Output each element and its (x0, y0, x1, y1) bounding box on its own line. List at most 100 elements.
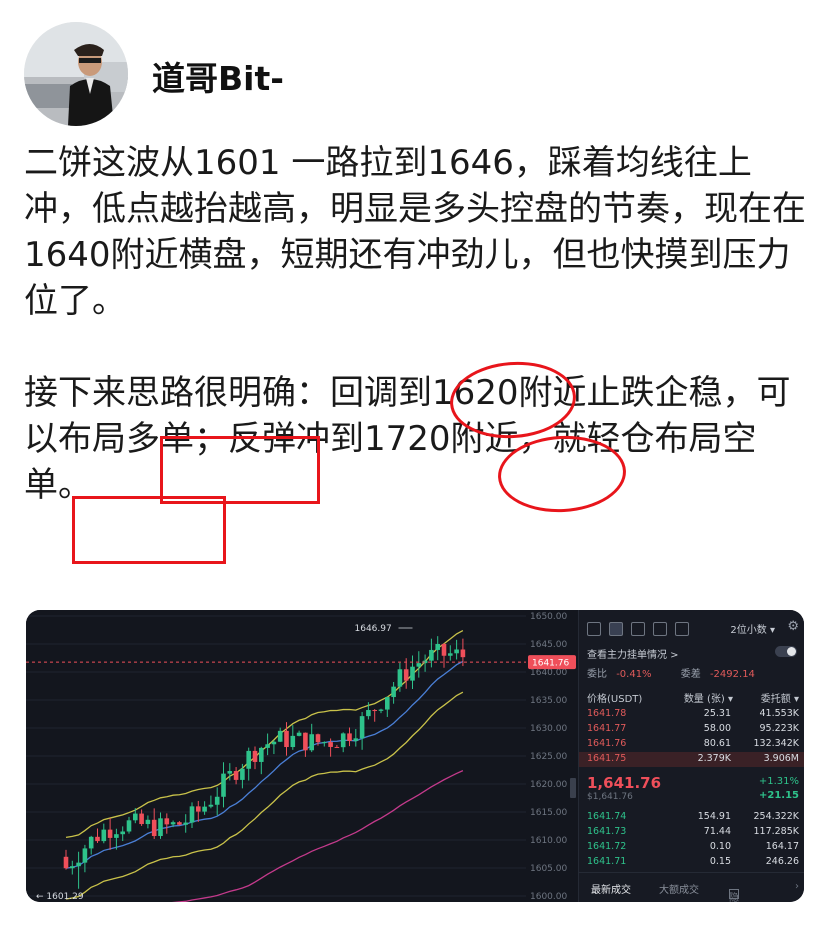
candle-body (416, 663, 422, 667)
bid-total: 254.322K (753, 811, 799, 822)
layout-list-icon[interactable] (675, 622, 689, 636)
ask-total: 3.906M (763, 753, 799, 764)
candle-body (95, 836, 100, 842)
y-tick-label: 1615.00 (530, 808, 567, 818)
candle-body (454, 649, 459, 654)
candle-body (284, 730, 289, 748)
candle-body (322, 742, 327, 744)
trading-screenshot: 1650.00 1645.00 1640.00 1635.00 1630.00 1625.… (26, 610, 804, 902)
candle-body (70, 866, 75, 869)
layout-asks-icon[interactable] (631, 622, 645, 636)
main-orders-link[interactable]: 查看主力挂单情况 > (587, 646, 679, 661)
author-name[interactable]: 道哥Bit- (152, 52, 284, 100)
candle-body (120, 831, 125, 835)
candle-body (196, 806, 201, 812)
ask-qty: 2.379K (697, 753, 731, 764)
candle-body (271, 741, 277, 745)
candle-body (353, 738, 359, 742)
candle-body (347, 733, 352, 742)
candle-body (133, 813, 138, 821)
y-tick-label: 1610.00 (530, 836, 567, 846)
candle-body (76, 862, 81, 867)
bid-row[interactable]: 1641.73 71.44 117.285K (579, 825, 804, 840)
tab-large-trades[interactable]: 大额成交 (659, 881, 699, 896)
ask-price: 1641.78 (587, 708, 627, 719)
candle-body (246, 750, 251, 769)
y-tick-label: 1630.00 (530, 724, 567, 734)
candle-body (151, 819, 157, 837)
y-tick-label: 1600.00 (530, 892, 567, 902)
candle-body (170, 822, 176, 825)
bid-row[interactable]: 1641.74 154.91 254.322K (579, 810, 804, 825)
tab-latest-trades[interactable]: 最新成交 (591, 881, 631, 896)
post-paragraph-1: 二饼这波从1601 一路拉到1646，踩着均线往上冲，低点越抬越高，明显是多头控… (24, 143, 806, 321)
layout-both-icon[interactable] (587, 622, 601, 636)
avatar-photo (24, 22, 128, 126)
settings-icon[interactable]: ⚙ (787, 619, 799, 634)
candle-body (448, 653, 453, 656)
candle-body (441, 643, 447, 656)
ask-row[interactable]: 1641.77 58.00 95.223K (579, 722, 804, 737)
order-ratio-value: -0.41% (616, 669, 652, 680)
col-qty-header[interactable]: 数量 (张) ▾ (684, 690, 733, 705)
order-ratio-line: 委比 -0.41% 委差 -2492.14 (587, 669, 755, 680)
candle-body (403, 669, 409, 681)
candle-body (82, 848, 88, 863)
ask-row[interactable]: 1641.75 2.379K 3.906M (579, 752, 804, 767)
candle-body (315, 734, 321, 743)
y-tick-label: 1620.00 (530, 780, 567, 790)
candlestick-svg: 1650.00 1645.00 1640.00 1635.00 1630.00 1625.… (26, 610, 578, 902)
candle-body (221, 773, 226, 797)
high-price-label: 1646.97 (355, 624, 392, 634)
bid-qty: 0.15 (709, 856, 731, 867)
bid-total: 117.285K (753, 826, 799, 837)
ask-row[interactable]: 1641.78 25.31 41.553K (579, 707, 804, 722)
last-price-usd: $1,641.76 (587, 792, 633, 802)
main-orders-toggle[interactable] (775, 646, 797, 657)
candle-body (202, 806, 207, 812)
candle-body (296, 732, 302, 736)
candle-body (309, 734, 314, 751)
ask-qty: 58.00 (703, 723, 731, 734)
bid-price: 1641.73 (587, 826, 627, 837)
candle-body (334, 746, 340, 748)
candle-body (252, 750, 258, 762)
author-avatar[interactable] (24, 22, 128, 126)
ask-row[interactable]: 1641.76 80.61 132.342K (579, 737, 804, 752)
bid-qty: 0.10 (709, 841, 731, 852)
y-tick-label: 1640.00 (530, 668, 567, 678)
bid-row[interactable]: 1641.72 0.10 164.17 (579, 840, 804, 855)
layout-bids-icon[interactable] (609, 622, 623, 636)
chevron-right-icon[interactable]: › (795, 881, 799, 892)
candle-body (183, 822, 188, 825)
y-tick-label: 1650.00 (530, 612, 567, 622)
change-percent: +1.31% (758, 776, 799, 787)
ask-total: 132.342K (753, 738, 799, 749)
change-absolute: +21.15 (758, 790, 799, 801)
candle-body (227, 771, 233, 774)
bid-price: 1641.72 (587, 841, 627, 852)
trades-tabs: 最新成交 大额成交 隐藏 › (579, 872, 804, 902)
current-price-label: 1641.76 (532, 659, 569, 669)
candle-body (366, 710, 371, 717)
ask-total: 41.553K (759, 708, 799, 719)
candle-body (164, 818, 170, 825)
candle-body (88, 836, 94, 849)
precision-select[interactable]: 2位小数 ▾ (730, 621, 775, 636)
candle-body (126, 820, 132, 832)
annotation-box-long (160, 436, 320, 504)
candle-body (410, 666, 415, 681)
layout-depth-icon[interactable] (653, 622, 667, 636)
candle-body (435, 643, 440, 650)
orderbook-toolbar: 2位小数 ▾ ⚙ (579, 618, 804, 640)
bid-row[interactable]: 1641.71 0.15 246.26 (579, 855, 804, 870)
low-price-label: ← 1601.29 (36, 892, 84, 902)
candle-body (265, 744, 270, 748)
ask-price: 1641.76 (587, 738, 627, 749)
candlestick-chart: 1650.00 1645.00 1640.00 1635.00 1630.00 1625.… (26, 610, 578, 902)
col-total-header[interactable]: 委托额 ▾ (761, 690, 799, 705)
candle-body (378, 709, 384, 711)
candle-body (460, 649, 466, 658)
candle-body (107, 829, 113, 838)
candle-body (385, 697, 390, 710)
